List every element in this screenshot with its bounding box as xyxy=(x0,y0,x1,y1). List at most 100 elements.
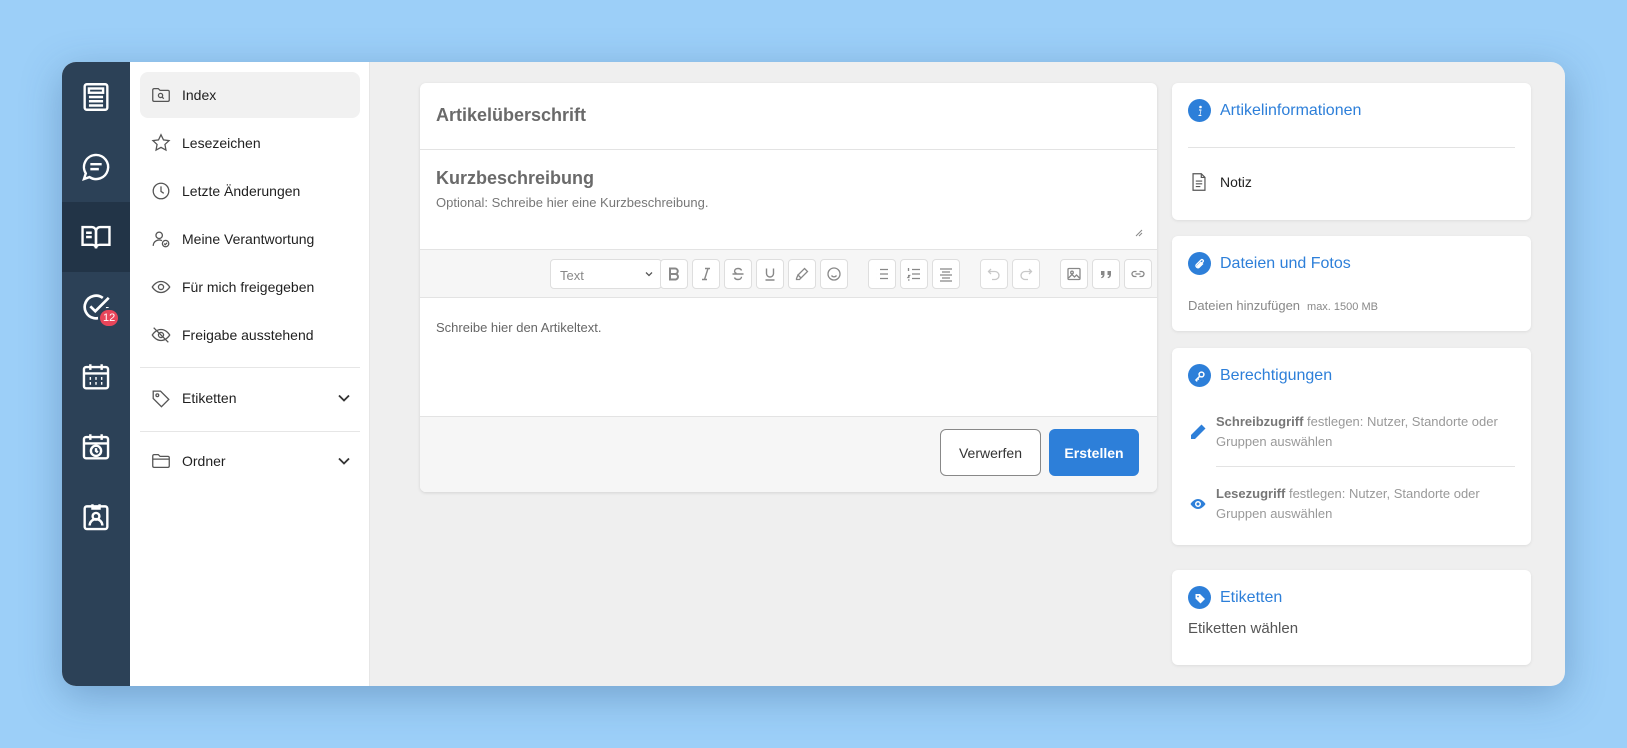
files-card: Dateien und Fotos Dateien hinzufügen max… xyxy=(1172,236,1531,331)
calendar-clock-icon xyxy=(82,434,110,460)
underline-icon xyxy=(765,268,775,281)
add-files-row[interactable]: Dateien hinzufügen max. 1500 MB xyxy=(1188,298,1378,313)
bullet-list-icon xyxy=(876,268,888,280)
article-editor: Artikelüberschrift Kurzbeschreibung Opti… xyxy=(420,83,1157,492)
underline-button[interactable] xyxy=(756,259,784,289)
clock-icon xyxy=(152,182,170,200)
undo-button[interactable] xyxy=(980,259,1008,289)
paperclip-icon xyxy=(1188,252,1211,275)
max-file-size: max. 1500 MB xyxy=(1307,301,1378,313)
link-icon xyxy=(1131,270,1145,278)
rail-item-schedule[interactable] xyxy=(62,412,130,482)
tags-card: Etiketten Etiketten wählen xyxy=(1172,570,1531,665)
article-info-card: Artikelinformationen Notiz xyxy=(1172,83,1531,220)
bold-icon xyxy=(669,267,679,281)
task-count-badge: 12 xyxy=(98,308,121,328)
rail-item-calendar[interactable] xyxy=(62,342,130,412)
strikethrough-icon xyxy=(732,267,744,281)
article-body-input[interactable]: Schreibe hier den Artikeltext. xyxy=(420,298,1157,417)
quote-icon xyxy=(1101,271,1111,279)
nav-item-recent-changes[interactable]: Letzte Änderungen xyxy=(140,168,360,214)
rail-item-news[interactable] xyxy=(62,62,130,132)
chevron-down-icon[interactable] xyxy=(334,451,354,471)
choose-tags-input[interactable]: Etiketten wählen xyxy=(1188,620,1298,637)
image-icon xyxy=(1067,267,1081,281)
italic-icon xyxy=(702,267,710,281)
write-access-label: Schreibzugriff xyxy=(1216,414,1304,429)
document-icon xyxy=(1192,173,1206,191)
editor-footer: Verwerfen Erstellen xyxy=(420,417,1157,492)
align-button[interactable] xyxy=(932,259,960,289)
add-files-link[interactable]: Dateien hinzufügen xyxy=(1188,298,1300,313)
nav-group-folders[interactable]: Ordner xyxy=(140,438,360,484)
numbered-list-button[interactable] xyxy=(900,259,928,289)
numbered-list-icon xyxy=(906,268,920,281)
newspaper-icon xyxy=(83,83,109,111)
insert-link-button[interactable] xyxy=(1124,259,1152,289)
redo-button[interactable] xyxy=(1012,259,1040,289)
rail-item-chat[interactable] xyxy=(62,132,130,202)
nav-divider xyxy=(140,367,360,368)
read-access-row[interactable]: Lesezugriff festlegen: Nutzer, Standorte… xyxy=(1188,484,1518,524)
nav-item-index[interactable]: Index xyxy=(140,72,360,118)
files-header: Dateien und Fotos xyxy=(1188,252,1351,275)
nav-item-label: Freigabe ausstehend xyxy=(182,327,314,343)
chat-icon xyxy=(82,153,110,182)
strikethrough-button[interactable] xyxy=(724,259,752,289)
insert-image-button[interactable] xyxy=(1060,259,1088,289)
rail-item-wiki[interactable] xyxy=(62,202,130,272)
formatting-toolbar: Text xyxy=(420,250,1157,298)
nav-item-label: Letzte Änderungen xyxy=(182,183,301,199)
rail-item-tasks[interactable]: 12 xyxy=(62,272,130,342)
info-icon xyxy=(1188,99,1211,122)
short-description-input[interactable]: Optional: Schreibe hier eine Kurzbeschre… xyxy=(436,195,1141,210)
bold-button[interactable] xyxy=(660,259,688,289)
star-icon xyxy=(151,133,171,152)
bullet-list-button[interactable] xyxy=(868,259,896,289)
key-icon xyxy=(1188,364,1211,387)
quote-button[interactable] xyxy=(1092,259,1120,289)
highlight-button[interactable] xyxy=(788,259,816,289)
nav-group-label: Ordner xyxy=(182,453,226,469)
book-icon xyxy=(81,225,111,249)
resize-handle-icon[interactable] xyxy=(1133,227,1143,237)
create-button[interactable]: Erstellen xyxy=(1049,429,1139,476)
nav-item-label: Index xyxy=(182,87,217,103)
eye-off-icon xyxy=(151,327,171,343)
article-info-title: Artikelinformationen xyxy=(1220,101,1362,119)
align-icon xyxy=(940,268,952,282)
permissions-card: Berechtigungen Schreibzugriff festlegen:… xyxy=(1172,348,1531,545)
discard-button[interactable]: Verwerfen xyxy=(940,429,1041,476)
nav-item-my-responsibility[interactable]: Meine Verantwortung xyxy=(140,216,360,262)
app-window: 12 Index Lesezeichen Letzte Änderungen M… xyxy=(62,62,1565,686)
rail-item-contacts[interactable] xyxy=(62,482,130,552)
nav-item-label: Für mich freigegeben xyxy=(182,279,315,295)
nav-item-bookmarks[interactable]: Lesezeichen xyxy=(140,120,360,166)
short-description-field[interactable]: Kurzbeschreibung Optional: Schreibe hier… xyxy=(420,150,1157,250)
nav-item-label: Lesezeichen xyxy=(182,135,261,151)
undo-icon xyxy=(987,268,1000,281)
contact-card-icon xyxy=(83,504,109,531)
tags-header: Etiketten xyxy=(1188,586,1282,609)
article-type-row[interactable]: Notiz xyxy=(1188,171,1252,193)
eye-icon xyxy=(151,280,171,294)
italic-button[interactable] xyxy=(692,259,720,289)
nav-item-label: Meine Verantwortung xyxy=(182,231,315,247)
format-select[interactable]: Text xyxy=(550,259,662,289)
highlighter-icon xyxy=(795,267,809,281)
read-access-label: Lesezugriff xyxy=(1216,486,1286,501)
redo-icon xyxy=(1020,268,1033,281)
format-select-value: Text xyxy=(560,268,584,283)
nav-item-shared-with-me[interactable]: Für mich freigegeben xyxy=(140,264,360,310)
folder-icon xyxy=(152,453,170,469)
nav-group-label: Etiketten xyxy=(182,390,237,406)
nav-group-tags[interactable]: Etiketten xyxy=(140,375,360,421)
nav-item-pending-approval[interactable]: Freigabe ausstehend xyxy=(140,312,360,358)
write-access-row[interactable]: Schreibzugriff festlegen: Nutzer, Stando… xyxy=(1188,412,1518,452)
emoji-button[interactable] xyxy=(820,259,848,289)
article-type-label: Notiz xyxy=(1220,174,1252,190)
nav-divider xyxy=(140,431,360,432)
files-title: Dateien und Fotos xyxy=(1220,254,1351,272)
article-title-input[interactable]: Artikelüberschrift xyxy=(420,83,1157,150)
chevron-down-icon[interactable] xyxy=(334,388,354,408)
